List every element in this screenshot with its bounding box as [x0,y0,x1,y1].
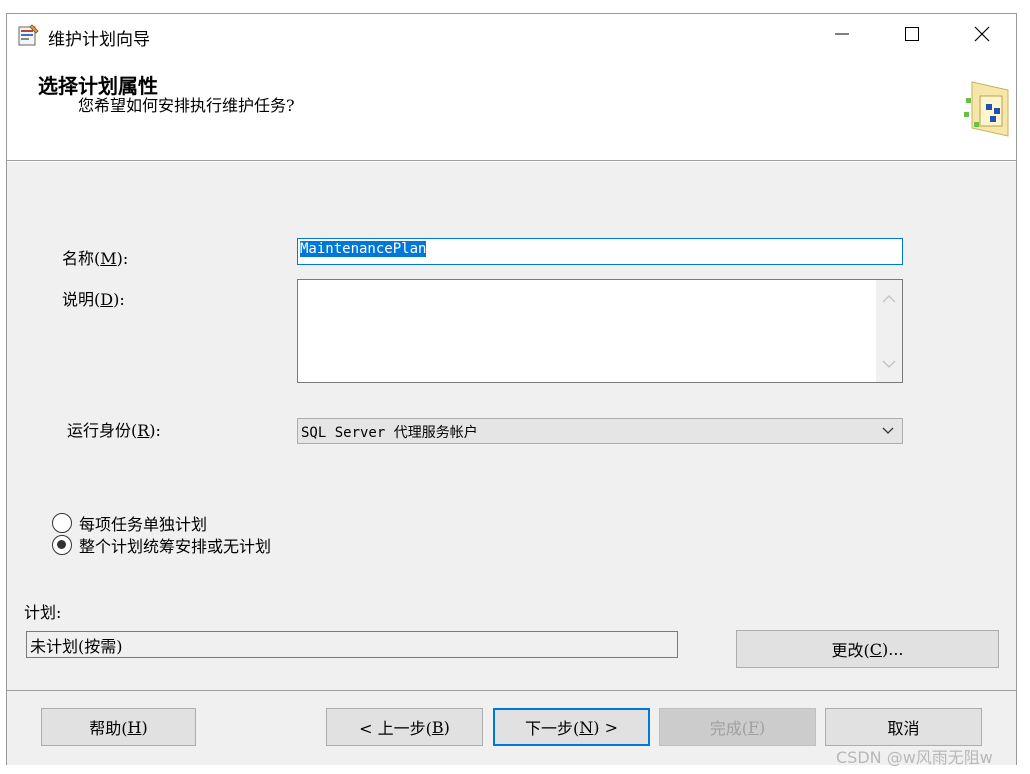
scroll-up-icon[interactable] [882,288,896,307]
back-button[interactable]: < 上一步(B) [326,708,483,746]
description-label: 说明(D): [62,290,125,309]
finish-button[interactable]: 完成(F) [659,708,816,746]
radio-single-schedule[interactable]: 整个计划统筹安排或无计划 [52,533,271,557]
title-bar: 维护计划向导 [7,14,1016,58]
radio-separate-label: 每项任务单独计划 [79,515,208,534]
change-schedule-button[interactable]: 更改(C)... [736,630,999,668]
next-button[interactable]: 下一步(N) > [493,708,650,746]
help-button[interactable]: 帮助(H) [41,708,196,746]
wizard-content: 名称(M): MaintenancePlan 说明(D): 运行身份(R): S… [7,162,1016,690]
wizard-graphic-icon [960,78,1012,140]
name-field[interactable]: MaintenancePlan [297,238,903,265]
wizard-window: 维护计划向导 选择计划属性 您希望如何安排执行维护任务? 名称(M): Main… [6,13,1017,765]
run-as-select[interactable]: SQL Server 代理服务帐户 [297,418,903,444]
radio-separate-schedules[interactable]: 每项任务单独计划 [52,511,207,535]
wizard-header: 选择计划属性 您希望如何安排执行维护任务? [7,58,1016,161]
minimize-button[interactable] [807,14,877,58]
radio-single-label: 整个计划统筹安排或无计划 [79,537,272,556]
maximize-button[interactable] [877,14,947,58]
maintenance-wizard-app-icon [18,24,40,46]
maximize-icon [904,26,920,46]
description-scrollbar[interactable] [876,280,902,382]
window-title: 维护计划向导 [48,30,150,50]
chevron-down-icon [882,424,894,440]
name-label: 名称(M): [62,249,129,268]
page-subtitle: 您希望如何安排执行维护任务? [78,96,295,115]
schedule-value: 未计划(按需) [30,637,123,656]
cancel-button[interactable]: 取消 [825,708,982,746]
run-as-value: SQL Server 代理服务帐户 [301,425,478,441]
minimize-icon [834,26,850,46]
scroll-down-icon[interactable] [882,355,896,374]
close-button[interactable] [947,14,1017,58]
schedule-label: 计划: [24,603,62,622]
radio-unchecked-icon [52,513,72,533]
run-as-label: 运行身份(R): [67,421,161,440]
close-icon [974,26,990,46]
name-field-value: MaintenancePlan [300,241,427,257]
watermark: CSDN @w风雨无阻w [836,748,993,767]
radio-checked-icon [52,535,72,555]
description-textarea[interactable] [297,279,903,383]
schedule-readonly-field: 未计划(按需) [26,631,678,658]
